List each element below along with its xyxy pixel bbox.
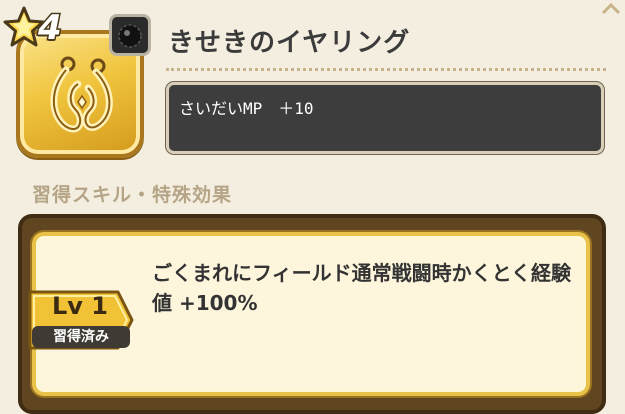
earring-icon — [50, 56, 113, 133]
stat-box: さいだいMP ＋10 — [166, 82, 604, 154]
accessory-orb-icon — [118, 24, 142, 48]
corner-decoration — [601, 0, 621, 15]
rarity-badge: 4 — [2, 6, 72, 50]
item-detail-screen: 4 きせきのイヤリング さいだいMP ＋10 習得スキル・特殊効果 ごくまれにフ… — [0, 0, 625, 414]
item-type-badge — [109, 14, 151, 56]
item-name: きせきのイヤリング — [168, 28, 411, 58]
learned-status: 習得済み — [32, 326, 130, 348]
section-title: 習得スキル・特殊効果 — [32, 184, 233, 206]
skill-level: Lv 1 — [52, 292, 108, 320]
divider — [166, 68, 606, 71]
stat-line: さいだいMP ＋10 — [179, 99, 314, 118]
skill-description: ごくまれにフィールド通常戦闘時かくとく経験値 +100% — [152, 261, 571, 315]
skill-level-tag: Lv 1 習得済み — [26, 286, 136, 354]
rarity-number: 4 — [37, 7, 64, 50]
